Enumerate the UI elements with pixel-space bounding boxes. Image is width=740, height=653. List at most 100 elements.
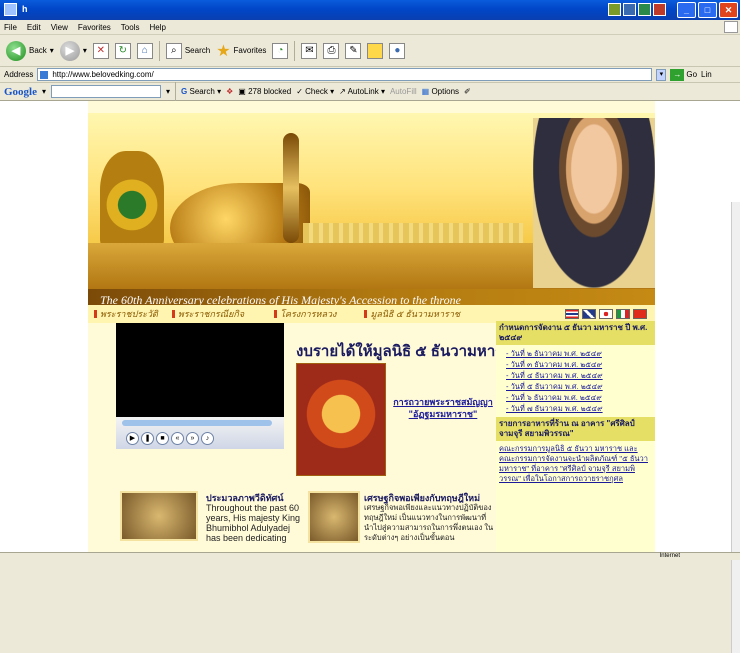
schedule-day-link[interactable]: - วันที่ ๓ ธันวาคม พ.ศ. ๒๕๔๙ <box>506 359 652 370</box>
nav-royal-duties[interactable]: พระราชกรณียกิจ <box>171 307 244 321</box>
news-body: เศรษฐกิจพอเพียงและแนวทางปฏิบัติของ ทฤษฎี… <box>364 503 494 542</box>
royal-emblem-image <box>100 151 164 249</box>
folder-button[interactable] <box>367 42 384 59</box>
google-search-input[interactable] <box>51 85 162 98</box>
favorites-label: Favorites <box>233 46 267 55</box>
royal-poster-image[interactable] <box>296 363 386 476</box>
go-button[interactable]: → Go <box>670 68 697 81</box>
print-button[interactable]: ⎙ <box>323 42 340 59</box>
bullet-icon <box>94 310 97 318</box>
favorites-button[interactable]: ★ Favorites <box>216 41 266 61</box>
google-dropdown-button[interactable]: ▾ <box>166 87 170 96</box>
menu-edit[interactable]: Edit <box>27 23 41 32</box>
messenger-button[interactable]: ● <box>389 42 406 59</box>
nav-label: โครงการหลวง <box>280 309 337 319</box>
address-label: Address <box>4 70 34 79</box>
vertical-scrollbar[interactable] <box>731 202 740 653</box>
windows-logo-icon <box>724 21 738 33</box>
address-bar: Address http://www.belovedking.com/ ▾ → … <box>0 67 740 83</box>
mail-button[interactable]: ✉ <box>301 42 318 59</box>
uk-flag-icon[interactable] <box>582 309 596 319</box>
edit-button[interactable]: ✎ <box>345 42 362 59</box>
website-page: The 60th Anniversary celebrations of His… <box>88 101 655 552</box>
search-button[interactable]: ⌕ Search <box>165 42 211 59</box>
back-button[interactable]: ◀ Back ▾ <box>6 40 54 61</box>
autolink-label: AutoLink <box>347 87 379 96</box>
stop-button[interactable]: ✕ <box>92 42 109 59</box>
china-flag-icon[interactable] <box>633 309 647 319</box>
language-flags <box>565 309 647 319</box>
check-label: Check <box>305 87 328 96</box>
app-icon-2 <box>623 3 636 16</box>
nav-biography[interactable]: พระราชประวัติ <box>94 307 158 321</box>
page-icon <box>40 71 49 79</box>
chevron-down-icon[interactable]: ▾ <box>83 46 87 55</box>
toolbar-separator <box>158 40 160 61</box>
stop-icon[interactable]: ■ <box>156 432 169 445</box>
menu-view[interactable]: View <box>51 23 68 32</box>
forward-arrow-icon: ▶ <box>59 40 80 61</box>
schedule-day-link[interactable]: - วันที่ ๔ ธันวาคม พ.ศ. ๒๕๔๙ <box>506 370 652 381</box>
nav-foundation[interactable]: มูลนิธิ ๕ ธันวามหาราช <box>364 307 460 321</box>
zone-label: Internet <box>659 553 680 559</box>
video-seek-bar[interactable] <box>122 420 272 426</box>
rewind-icon[interactable]: « <box>171 432 184 445</box>
news-icon[interactable]: ❖ <box>226 87 233 96</box>
close-button[interactable]: ✕ <box>719 2 738 18</box>
nav-royal-projects[interactable]: โครงการหลวง <box>274 307 336 321</box>
autolink-button[interactable]: ↗ AutoLink ▾ <box>339 87 385 96</box>
menu-help[interactable]: Help <box>149 23 165 32</box>
maximize-button[interactable]: □ <box>698 2 717 18</box>
spell-check-button[interactable]: ✓ Check ▾ <box>296 87 334 96</box>
address-url: http://www.belovedking.com/ <box>52 70 154 79</box>
fast-forward-icon[interactable]: » <box>186 432 199 445</box>
status-bar: Internet <box>0 552 740 560</box>
options-label: Options <box>431 87 460 96</box>
google-logo[interactable]: Google <box>4 86 37 98</box>
volume-icon[interactable]: ♪ <box>201 432 214 445</box>
back-arrow-icon: ◀ <box>6 40 26 61</box>
menu-file[interactable]: File <box>4 23 17 32</box>
japan-flag-icon[interactable] <box>599 309 613 319</box>
refresh-button[interactable]: ↻ <box>114 42 131 59</box>
poster-link[interactable]: การถวายพระราชสมัญญา "อัฏฐมรมหาราช" <box>393 396 493 420</box>
star-icon: ★ <box>216 42 231 60</box>
popup-blocker-button[interactable]: ▣ 278 blocked <box>238 87 291 96</box>
google-toolbar: Google ▾ ▾ G Search ▾ ❖ ▣ 278 blocked ✓ … <box>0 81 740 102</box>
schedule-heading: กำหนดการจัดงาน ๕ ธันวา มหาราช ปี พ.ศ. ๒๕… <box>496 321 655 345</box>
video-summary-thumbnail[interactable] <box>120 491 198 541</box>
king-photo-thumbnail[interactable] <box>308 491 360 543</box>
search-label: Search <box>184 46 211 55</box>
schedule-day-link[interactable]: - วันที่ ๗ ธันวาคม พ.ศ. ๒๕๔๙ <box>506 403 652 414</box>
chevron-down-icon[interactable]: ▾ <box>42 87 46 96</box>
address-input[interactable]: http://www.belovedking.com/ <box>37 68 653 81</box>
schedule-day-link[interactable]: - วันที่ ๒ ธันวาคม พ.ศ. ๒๕๔๙ <box>506 348 652 359</box>
play-icon[interactable]: ▶ <box>126 432 139 445</box>
app-icon-1 <box>608 3 621 16</box>
committee-link[interactable]: คณะกรรมการมูลนิธิ ๕ ธันวา มหาราช และ คณะ… <box>496 441 655 484</box>
video-controls: ▶ ❚ ■ « » ♪ <box>116 417 284 449</box>
links-label[interactable]: Lin <box>701 70 712 79</box>
menu-favorites[interactable]: Favorites <box>78 23 111 32</box>
chevron-down-icon[interactable]: ▾ <box>50 46 54 55</box>
window-title: h <box>22 4 28 14</box>
highlighter-icon[interactable]: ✐ <box>464 87 471 96</box>
forward-button[interactable]: ▶ ▾ <box>59 40 87 61</box>
search-icon: ⌕ <box>165 42 182 59</box>
schedule-day-link[interactable]: - วันที่ ๕ ธันวาคม พ.ศ. ๒๕๔๙ <box>506 381 652 392</box>
window-title-bar[interactable]: h _ □ ✕ <box>0 0 740 20</box>
italy-flag-icon[interactable] <box>616 309 630 319</box>
home-button[interactable]: ⌂ <box>136 42 153 59</box>
schedule-day-link[interactable]: - วันที่ ๖ ธันวาคม พ.ศ. ๒๕๔๙ <box>506 392 652 403</box>
menu-tools[interactable]: Tools <box>121 23 140 32</box>
pause-icon[interactable]: ❚ <box>141 432 154 445</box>
thai-flag-icon[interactable] <box>565 309 579 319</box>
minimize-button[interactable]: _ <box>677 2 696 18</box>
google-search-button[interactable]: G Search ▾ <box>181 87 221 96</box>
autofill-button[interactable]: AutoFill <box>390 87 417 96</box>
go-arrow-icon: → <box>670 68 685 81</box>
news-body: Throughout the past 60 years, His majest… <box>206 503 301 543</box>
address-dropdown-button[interactable]: ▾ <box>656 68 667 81</box>
options-button[interactable]: ▦ Options <box>422 87 459 96</box>
history-button[interactable]: ◔ <box>272 42 289 59</box>
